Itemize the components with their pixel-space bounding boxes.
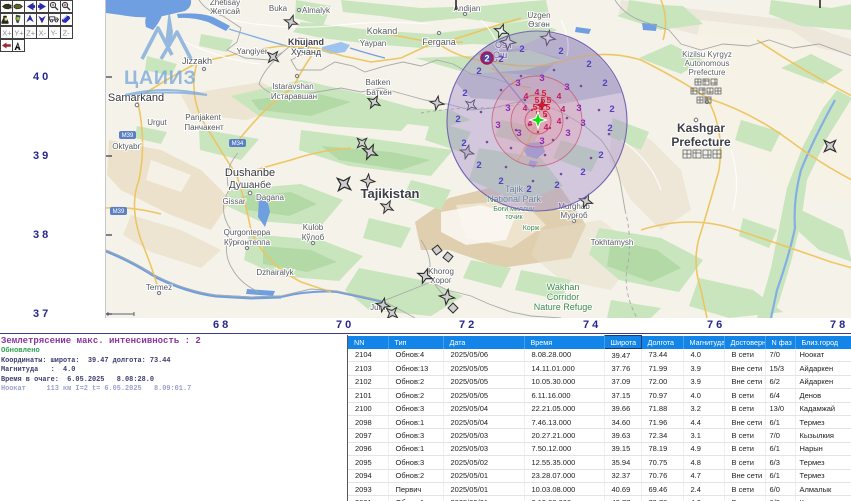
svg-text:2: 2 xyxy=(461,138,466,149)
svg-text:Өзгөн: Өзгөн xyxy=(528,20,550,29)
svg-text:3: 3 xyxy=(564,82,569,93)
svg-text:Kizilsu Kyrgyz: Kizilsu Kyrgyz xyxy=(682,50,732,59)
svg-text:Gissar: Gissar xyxy=(222,197,245,206)
svg-text:2: 2 xyxy=(476,160,481,171)
svg-text:M34: M34 xyxy=(232,141,244,147)
svg-text:Z+: Z+ xyxy=(26,28,36,37)
svg-text:Tajikistan: Tajikistan xyxy=(360,186,419,201)
svg-text:Oktyabr': Oktyabr' xyxy=(112,142,142,151)
svg-text:2: 2 xyxy=(455,114,460,125)
svg-text:M39: M39 xyxy=(122,133,134,139)
svg-text:Nature Refuge: Nature Refuge xyxy=(534,302,593,312)
svg-text:2: 2 xyxy=(598,150,603,161)
svg-text:Khorog: Khorog xyxy=(428,267,454,276)
svg-text:Панчакент: Панчакент xyxy=(184,123,224,132)
svg-text:5: 5 xyxy=(542,88,547,98)
svg-text:4: 4 xyxy=(557,116,562,126)
svg-text:Urgut: Urgut xyxy=(147,118,167,127)
svg-text:3: 3 xyxy=(576,103,581,114)
svg-text:3: 3 xyxy=(515,78,520,89)
svg-text:Kulob: Kulob xyxy=(303,223,324,232)
svg-text:точик: точик xyxy=(505,214,523,221)
svg-text:Wakhan: Wakhan xyxy=(547,282,580,292)
svg-text:Prefecture: Prefecture xyxy=(689,68,726,77)
svg-text:Khujand: Khujand xyxy=(288,37,324,47)
svg-text:Tokhtamysh: Tokhtamysh xyxy=(591,238,634,247)
svg-text:3: 3 xyxy=(565,128,570,139)
svg-text:Душанбе: Душанбе xyxy=(229,179,272,191)
svg-text:3: 3 xyxy=(539,136,544,147)
svg-text:Qurgonteppa: Qurgonteppa xyxy=(224,228,271,237)
svg-text:2: 2 xyxy=(609,104,614,115)
svg-text:X+: X+ xyxy=(2,28,12,37)
svg-text:Termez: Termez xyxy=(146,283,172,292)
svg-text:Almalyk: Almalyk xyxy=(302,6,331,15)
svg-text:3: 3 xyxy=(505,103,510,114)
svg-text:Мурғоб: Мурғоб xyxy=(560,211,587,220)
svg-text:2: 2 xyxy=(586,59,591,70)
svg-text:Buka: Buka xyxy=(269,4,288,13)
svg-text:2: 2 xyxy=(558,46,563,57)
svg-text:2: 2 xyxy=(519,44,524,55)
svg-text:Истаравшан: Истаравшан xyxy=(271,92,317,101)
svg-text:Panjakent: Panjakent xyxy=(185,113,221,122)
svg-text:ЦАИИЗ: ЦАИИЗ xyxy=(124,67,197,89)
svg-text:Uzgen: Uzgen xyxy=(527,11,550,20)
svg-text:Kashgar: Kashgar xyxy=(677,121,725,135)
svg-text:Хучанд: Хучанд xyxy=(291,47,322,57)
svg-text:Fergana: Fergana xyxy=(422,37,456,47)
svg-text:Prefecture: Prefecture xyxy=(671,135,731,149)
svg-text:4: 4 xyxy=(561,104,566,114)
svg-text:Y-: Y- xyxy=(51,28,58,37)
svg-text:Dagana: Dagana xyxy=(256,193,285,202)
svg-text:5: 5 xyxy=(543,109,548,119)
svg-text:Жетісай: Жетісай xyxy=(210,7,240,16)
svg-text:Y+: Y+ xyxy=(14,28,24,37)
svg-text:Корж: Корж xyxy=(523,225,540,232)
svg-text:Кўрғонтеппа: Кўрғонтеппа xyxy=(224,238,271,247)
svg-text:2: 2 xyxy=(484,54,489,64)
svg-text:Yangiyer: Yangiyer xyxy=(237,47,268,56)
svg-text:Autonomous: Autonomous xyxy=(685,59,730,68)
svg-text:Z-: Z- xyxy=(63,28,71,37)
svg-text:Dzhairalyk: Dzhairalyk xyxy=(256,268,294,277)
svg-text:Andijan: Andijan xyxy=(454,4,481,13)
svg-text:Yaypan: Yaypan xyxy=(360,39,387,48)
svg-text:Баткен: Баткен xyxy=(366,88,392,97)
svg-text:3: 3 xyxy=(516,128,521,139)
svg-text:4: 4 xyxy=(544,122,549,132)
svg-text:2: 2 xyxy=(476,66,481,77)
svg-text:Batken: Batken xyxy=(366,78,391,87)
svg-text:Кўлоб: Кўлоб xyxy=(302,233,325,242)
svg-text:2: 2 xyxy=(607,123,612,134)
svg-text:Istaravshan: Istaravshan xyxy=(272,82,313,91)
svg-text:2: 2 xyxy=(602,78,607,89)
svg-text:Dushanbe: Dushanbe xyxy=(225,167,275,179)
svg-text:4: 4 xyxy=(557,91,562,101)
svg-text:X-: X- xyxy=(39,28,47,37)
svg-text:3: 3 xyxy=(580,118,585,129)
svg-text:2: 2 xyxy=(526,184,531,195)
svg-text:Jizzakh: Jizzakh xyxy=(182,56,212,66)
svg-text:2: 2 xyxy=(580,167,585,178)
svg-text:2: 2 xyxy=(498,176,503,187)
svg-text:3: 3 xyxy=(539,73,544,84)
svg-text:4: 4 xyxy=(523,103,528,113)
svg-text:4: 4 xyxy=(524,91,529,101)
svg-text:M39: M39 xyxy=(113,209,125,215)
svg-text:Kokand: Kokand xyxy=(367,26,398,36)
svg-text:3: 3 xyxy=(495,120,500,131)
svg-text:Хорог: Хорог xyxy=(430,276,452,285)
svg-text:Corridor: Corridor xyxy=(547,292,580,302)
svg-text:2: 2 xyxy=(554,180,559,191)
svg-text:2: 2 xyxy=(498,54,503,65)
svg-text:Zhetisay: Zhetisay xyxy=(210,0,240,7)
svg-text:2: 2 xyxy=(462,88,467,99)
